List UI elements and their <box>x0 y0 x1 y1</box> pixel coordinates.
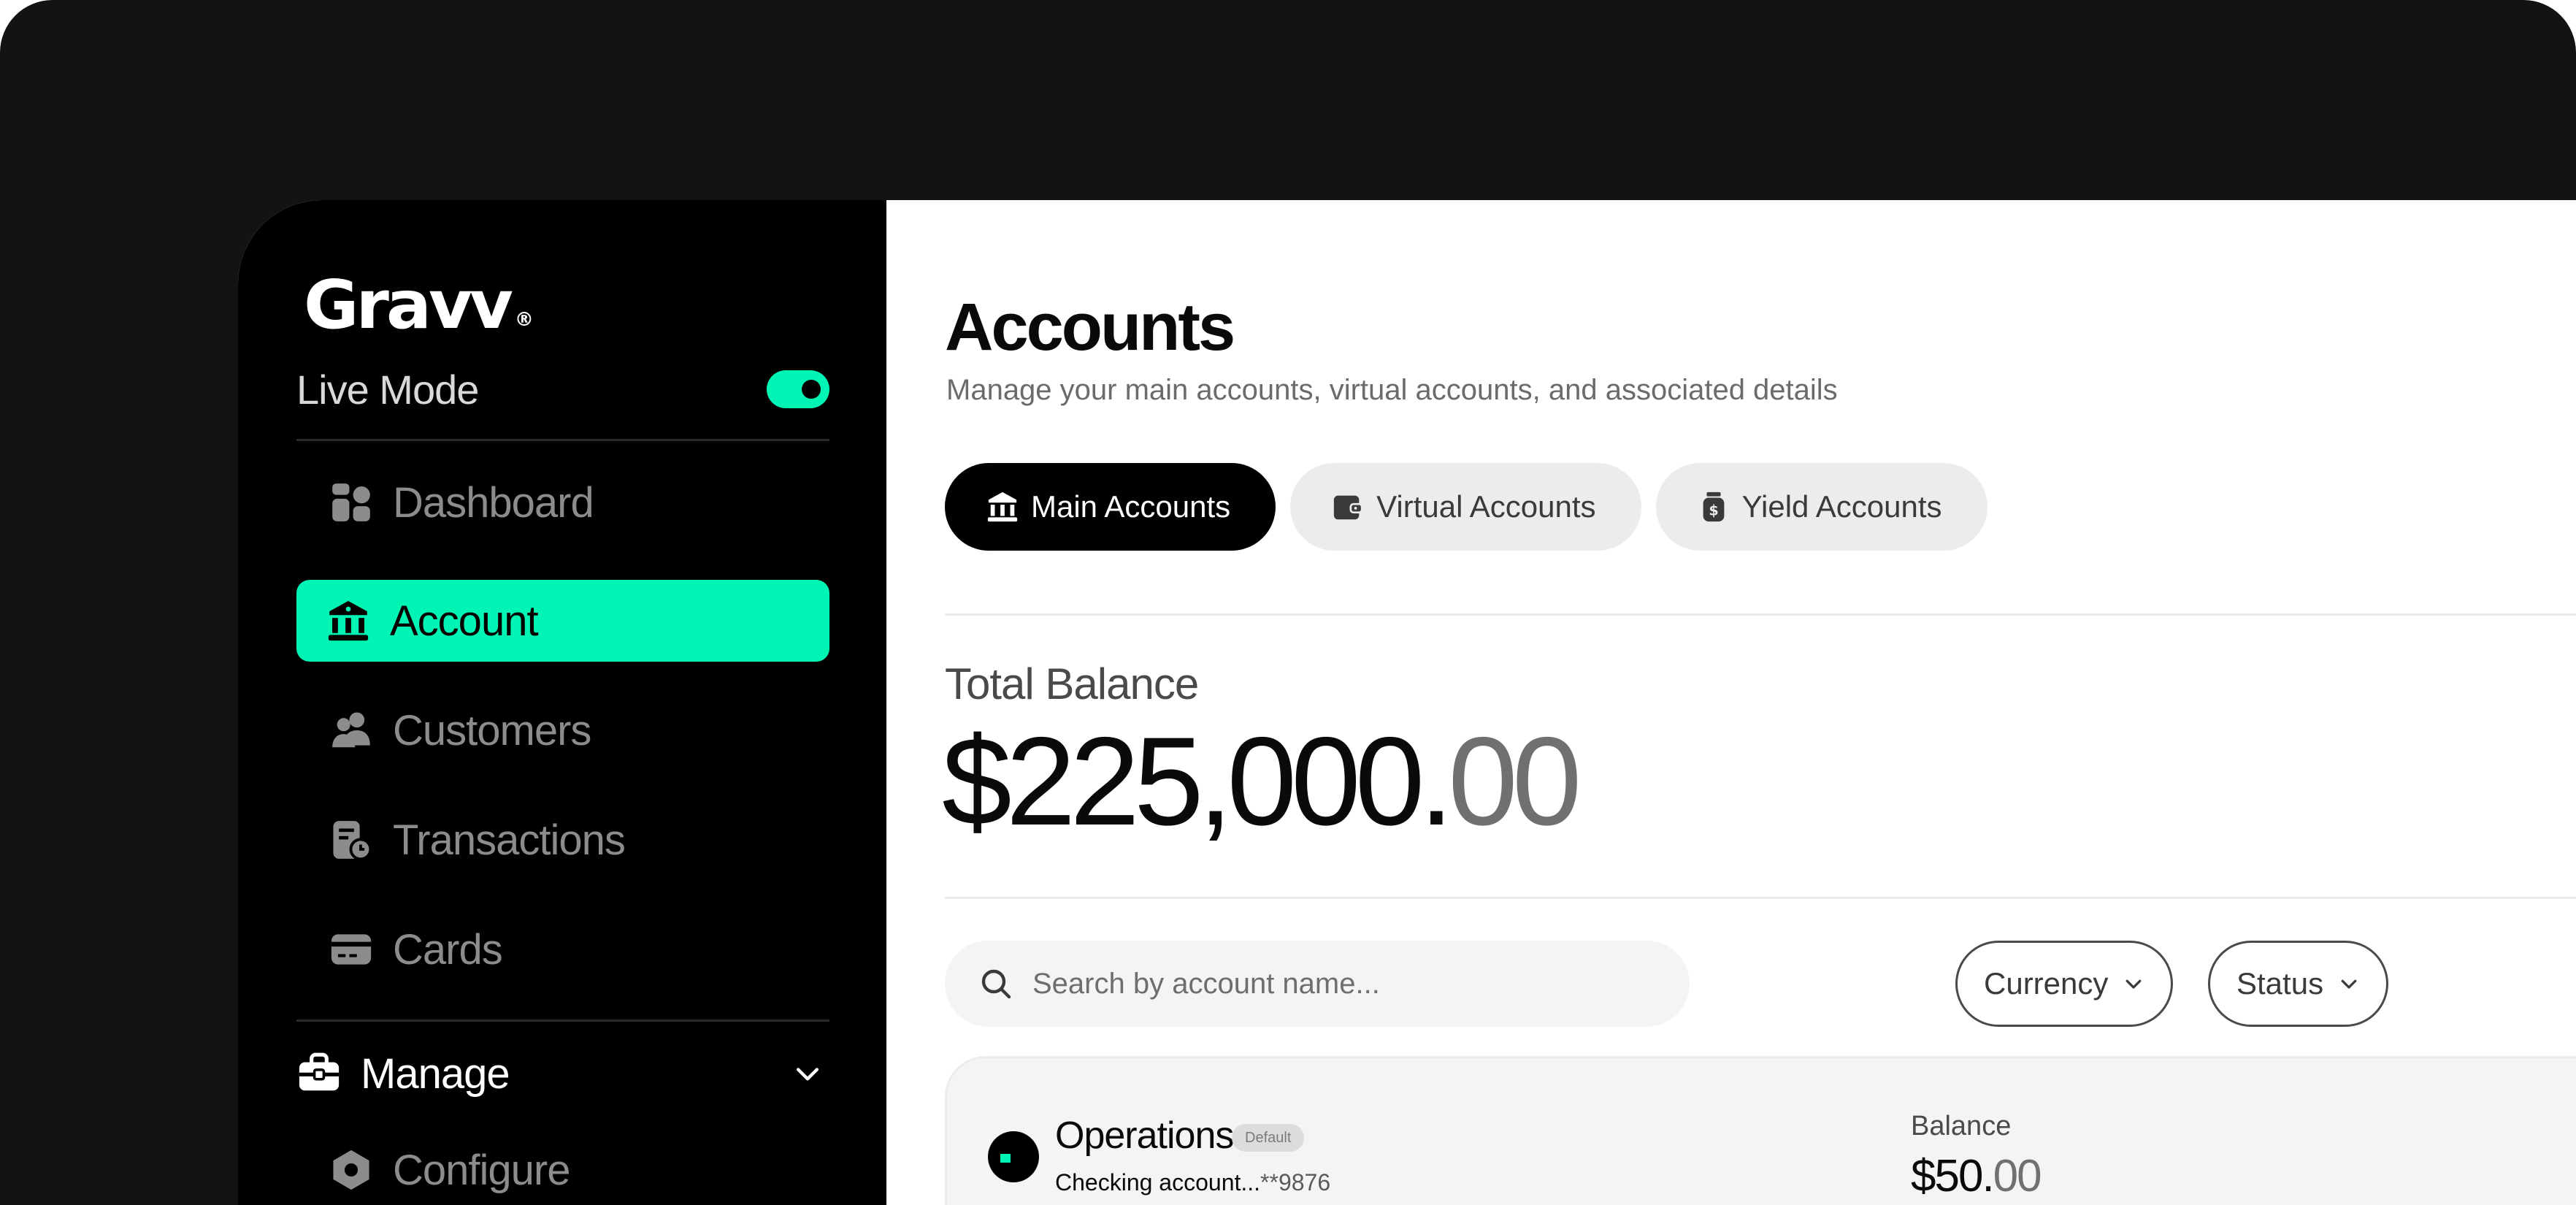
account-number-mask: **9876 <box>1260 1169 1331 1196</box>
sidebar: Gravv ® Live Mode Dashboard Account Cust… <box>238 200 886 1205</box>
dashboard-icon <box>332 483 370 521</box>
users-icon <box>332 712 370 748</box>
money-jar-icon: $ <box>1703 491 1724 522</box>
search-icon <box>981 969 1011 999</box>
sidebar-manage-toggle[interactable]: Manage <box>296 1033 829 1114</box>
account-card[interactable]: Operations Default Checking account...**… <box>945 1056 2576 1205</box>
sidebar-item-label: Configure <box>393 1146 570 1194</box>
main-content: Accounts Manage your main accounts, virt… <box>886 200 2576 1205</box>
total-balance-label: Total Balance <box>945 659 1199 708</box>
account-type: Checking account...**9876 <box>1055 1169 1330 1196</box>
app-frame: Gravv ® Live Mode Dashboard Account Cust… <box>0 0 2576 1205</box>
logo-text: Gravv <box>304 266 513 344</box>
section-divider <box>945 613 2576 616</box>
sidebar-divider <box>296 1020 829 1022</box>
page-title: Accounts <box>945 290 1235 364</box>
wallet-icon <box>1333 495 1363 520</box>
account-name: Operations <box>1055 1114 1234 1157</box>
live-mode-label: Live Mode <box>296 366 479 413</box>
total-balance-amount: $225,000.00 <box>942 719 1582 844</box>
account-type-label: Checking account... <box>1055 1169 1261 1196</box>
sidebar-item-transactions[interactable]: Transactions <box>296 799 829 881</box>
live-mode-row: Live Mode <box>296 355 829 424</box>
account-balance: $50.00 <box>1911 1150 2042 1202</box>
tab-label: Virtual Accounts <box>1376 489 1596 524</box>
filter-label: Currency <box>1984 966 2109 1001</box>
sidebar-item-account[interactable]: Account <box>296 580 829 662</box>
account-avatar-mark <box>1000 1154 1011 1163</box>
registered-mark: ® <box>514 308 534 331</box>
sidebar-item-customers[interactable]: Customers <box>296 689 829 771</box>
account-balance-label: Balance <box>1911 1111 2012 1141</box>
sidebar-item-dashboard[interactable]: Dashboard <box>296 462 829 543</box>
sidebar-item-cards[interactable]: Cards <box>296 908 829 990</box>
receipt-clock-icon <box>333 821 372 861</box>
page-subtitle: Manage your main accounts, virtual accou… <box>946 374 1838 406</box>
tab-yield-accounts[interactable]: $ Yield Accounts <box>1655 463 1987 551</box>
gravv-logo[interactable]: Gravv ® <box>304 266 534 344</box>
card-icon <box>331 934 372 965</box>
sidebar-item-configure[interactable]: Configure <box>296 1129 829 1205</box>
chevron-down-icon <box>796 1068 819 1081</box>
sidebar-item-label: Transactions <box>393 816 626 864</box>
search-bar <box>945 941 1690 1027</box>
app-window: Gravv ® Live Mode Dashboard Account Cust… <box>238 200 2576 1205</box>
sidebar-item-label: Dashboard <box>393 478 594 527</box>
tab-virtual-accounts[interactable]: Virtual Accounts <box>1290 463 1641 551</box>
section-divider <box>945 897 2576 899</box>
sidebar-item-label: Account <box>390 597 539 645</box>
svg-text:$: $ <box>1709 502 1718 519</box>
sidebar-divider <box>296 439 829 441</box>
total-balance-cents: 00 <box>1448 711 1582 852</box>
tab-label: Main Accounts <box>1031 489 1231 524</box>
account-balance-whole: $50. <box>1911 1151 1995 1201</box>
bank-icon <box>987 491 1018 522</box>
search-input[interactable] <box>1032 967 1660 1001</box>
hexagon-gear-icon <box>333 1149 369 1190</box>
currency-filter-dropdown[interactable]: Currency <box>1955 941 2174 1027</box>
bank-icon <box>328 600 369 641</box>
tab-main-accounts[interactable]: Main Accounts <box>945 463 1276 551</box>
briefcase-icon <box>299 1052 340 1091</box>
account-tabs: Main Accounts Virtual Accounts $ Yield A… <box>945 463 1987 551</box>
account-avatar <box>988 1131 1039 1182</box>
default-badge: Default <box>1232 1124 1305 1152</box>
total-balance-whole: $225,000. <box>942 711 1454 852</box>
sidebar-item-label: Cards <box>393 925 503 973</box>
toggle-knob <box>802 380 821 399</box>
filter-label: Status <box>2236 966 2324 1001</box>
sidebar-item-label: Customers <box>393 706 591 754</box>
status-filter-dropdown[interactable]: Status <box>2208 941 2389 1027</box>
tab-label: Yield Accounts <box>1741 489 1942 524</box>
sidebar-manage-label: Manage <box>361 1049 510 1098</box>
chevron-down-icon <box>2341 979 2357 989</box>
live-mode-toggle[interactable] <box>767 370 829 408</box>
account-balance-cents: 00 <box>1993 1151 2042 1201</box>
chevron-down-icon <box>2126 979 2142 989</box>
